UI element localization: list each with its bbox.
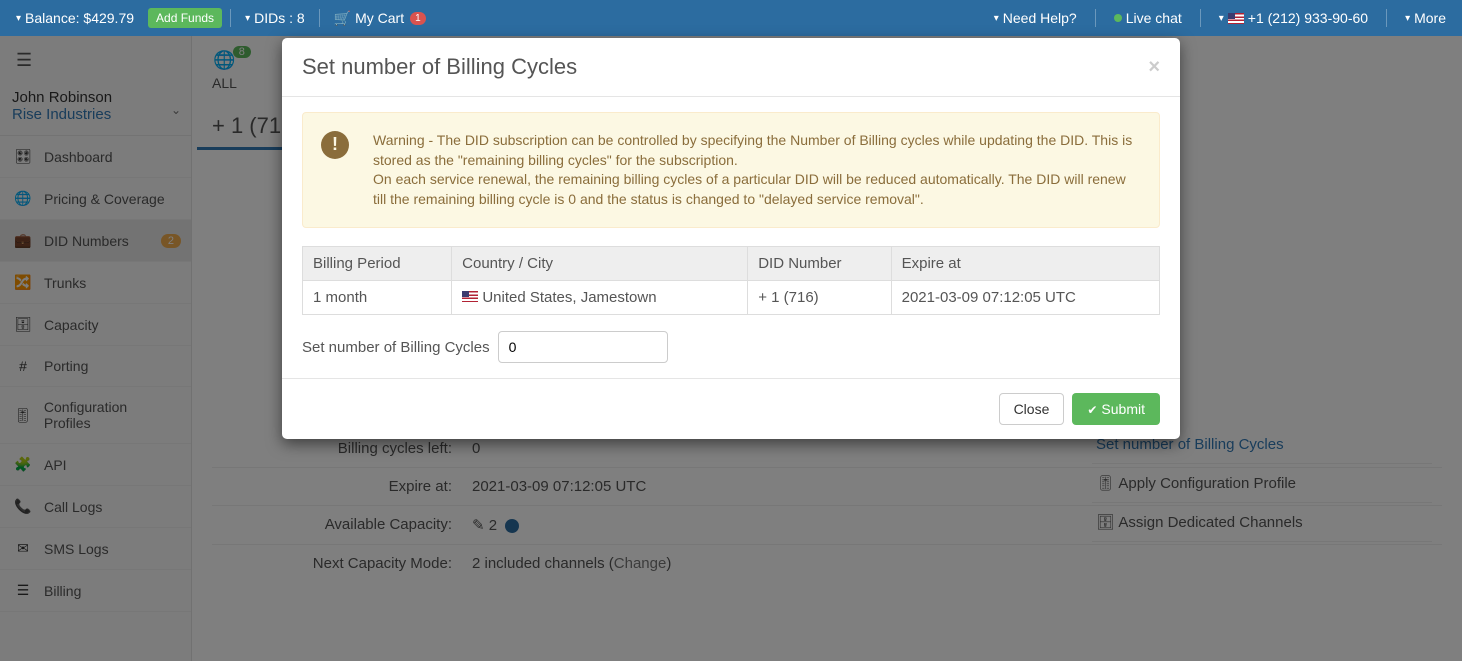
input-label: Set number of Billing Cycles <box>302 339 490 356</box>
balance-label: Balance: $429.79 <box>25 10 134 26</box>
th-billing-period: Billing Period <box>303 247 452 281</box>
more-label: More <box>1414 10 1446 26</box>
billing-cycles-modal: Set number of Billing Cycles × ! Warning… <box>282 38 1180 439</box>
cell-period: 1 month <box>303 281 452 315</box>
status-dot-icon <box>1114 14 1122 22</box>
exclamation-icon: ! <box>321 131 349 159</box>
dids-dropdown[interactable]: ▾ DIDs : 8 <box>239 10 311 26</box>
modal-footer: Close ✔ Submit <box>282 378 1180 439</box>
cart-link[interactable]: 🛒 My Cart 1 <box>328 10 432 27</box>
chevron-down-icon: ▾ <box>245 13 250 24</box>
live-chat-link[interactable]: Live chat <box>1108 10 1188 26</box>
close-icon[interactable]: × <box>1148 56 1160 79</box>
check-icon: ✔ <box>1087 403 1097 417</box>
cell-did: + 1 (716) <box>748 281 891 315</box>
modal-header: Set number of Billing Cycles × <box>282 38 1180 97</box>
cell-country: United States, Jamestown <box>452 281 748 315</box>
phone-dropdown[interactable]: ▾ +1 (212) 933-90-60 <box>1213 10 1374 26</box>
cart-icon: 🛒 <box>334 10 351 27</box>
topbar: ▾ Balance: $429.79 Add Funds ▾ DIDs : 8 … <box>0 0 1462 36</box>
warning-alert: ! Warning - The DID subscription can be … <box>302 112 1160 228</box>
modal-title: Set number of Billing Cycles <box>302 54 577 80</box>
phone-number: +1 (212) 933-90-60 <box>1248 10 1368 26</box>
submit-button[interactable]: ✔ Submit <box>1072 393 1160 425</box>
billing-cycles-input[interactable] <box>498 331 668 363</box>
warning-line-2: On each service renewal, the remaining b… <box>373 170 1141 209</box>
chevron-down-icon: ▾ <box>1219 13 1224 24</box>
add-funds-button[interactable]: Add Funds <box>148 8 222 28</box>
chevron-down-icon: ▾ <box>16 13 21 24</box>
live-chat-label: Live chat <box>1126 10 1182 26</box>
table-row: 1 month United States, Jamestown + 1 (71… <box>303 281 1160 315</box>
chevron-down-icon: ▾ <box>994 13 999 24</box>
th-did-number: DID Number <box>748 247 891 281</box>
th-country-city: Country / City <box>452 247 748 281</box>
dids-label: DIDs : 8 <box>254 10 305 26</box>
th-expire-at: Expire at <box>891 247 1159 281</box>
cart-label: My Cart <box>355 10 404 26</box>
close-button[interactable]: Close <box>999 393 1065 425</box>
cell-expire: 2021-03-09 07:12:05 UTC <box>891 281 1159 315</box>
did-table: Billing Period Country / City DID Number… <box>302 246 1160 315</box>
more-dropdown[interactable]: ▾ More <box>1399 10 1452 26</box>
us-flag-icon <box>462 291 478 302</box>
modal-body: ! Warning - The DID subscription can be … <box>282 97 1180 378</box>
help-label: Need Help? <box>1003 10 1077 26</box>
country-text: United States, Jamestown <box>482 289 656 306</box>
warning-line-1: Warning - The DID subscription can be co… <box>373 131 1141 170</box>
cart-count-badge: 1 <box>410 12 426 25</box>
cycles-input-row: Set number of Billing Cycles <box>302 331 1160 363</box>
us-flag-icon <box>1228 13 1244 24</box>
chevron-down-icon: ▾ <box>1405 13 1410 24</box>
need-help-dropdown[interactable]: ▾ Need Help? <box>988 10 1083 26</box>
submit-label: Submit <box>1101 401 1145 417</box>
balance-dropdown[interactable]: ▾ Balance: $429.79 <box>10 10 140 26</box>
